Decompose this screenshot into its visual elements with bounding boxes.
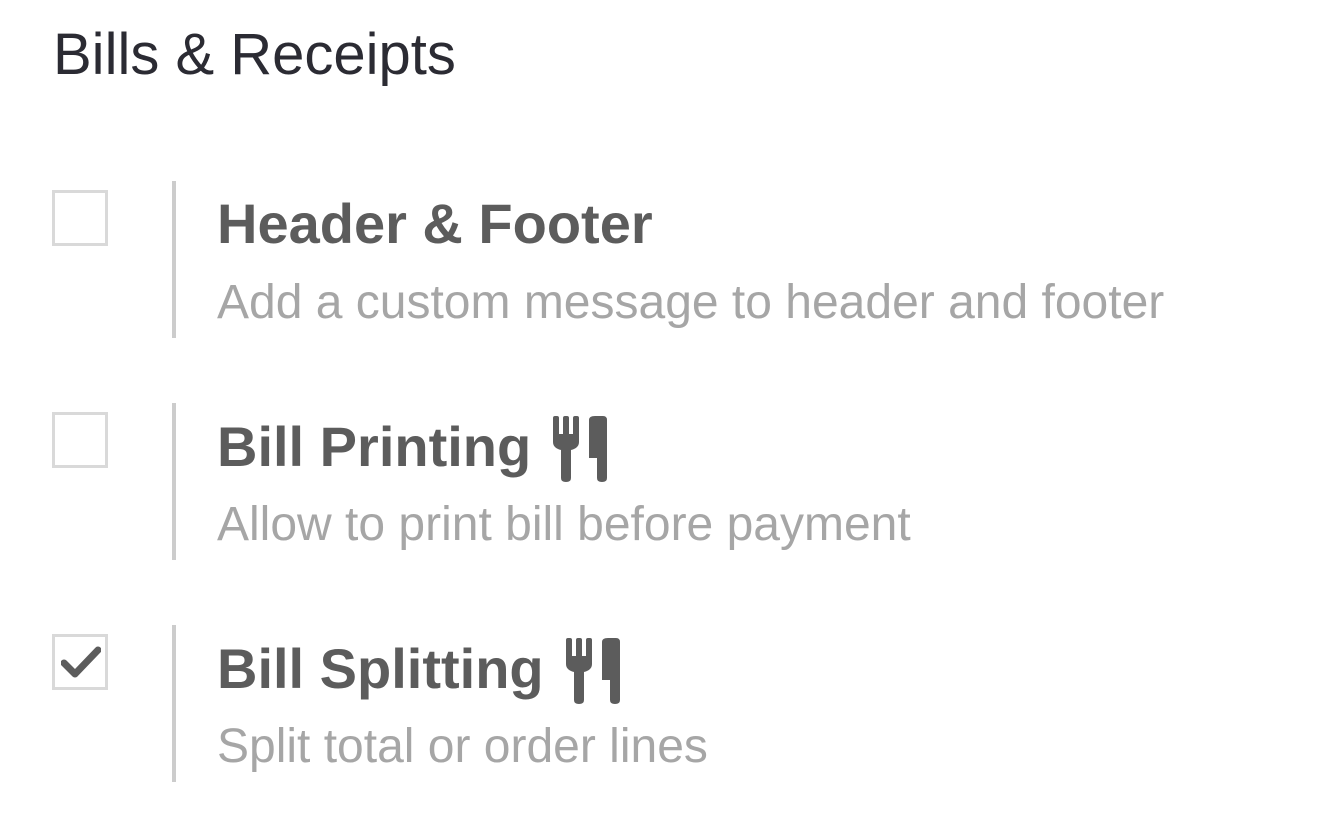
setting-divider (172, 625, 176, 782)
bill-printing-title: Bill Printing (217, 415, 532, 478)
setting-bill-splitting: Bill Splitting Split total or order line… (0, 0, 1320, 782)
bill-splitting-description: Split total or order lines (217, 720, 708, 773)
setting-title: Header & Footer (217, 192, 653, 256)
setting-divider (172, 181, 176, 338)
bill-printing-checkbox[interactable] (52, 412, 108, 468)
header-footer-description: Add a custom message to header and foote… (217, 276, 1165, 329)
setting-title: Bill Splitting (217, 636, 622, 704)
setting-divider (172, 403, 176, 560)
bill-splitting-title: Bill Splitting (217, 637, 544, 700)
checkmark-icon (61, 646, 101, 678)
header-footer-checkbox[interactable] (52, 190, 108, 246)
bill-printing-description: Allow to print bill before payment (217, 498, 911, 551)
cutlery-icon (551, 416, 609, 482)
setting-title: Bill Printing (217, 414, 609, 482)
header-footer-title: Header & Footer (217, 192, 653, 255)
bill-splitting-checkbox[interactable] (52, 634, 108, 690)
cutlery-icon (564, 638, 622, 704)
